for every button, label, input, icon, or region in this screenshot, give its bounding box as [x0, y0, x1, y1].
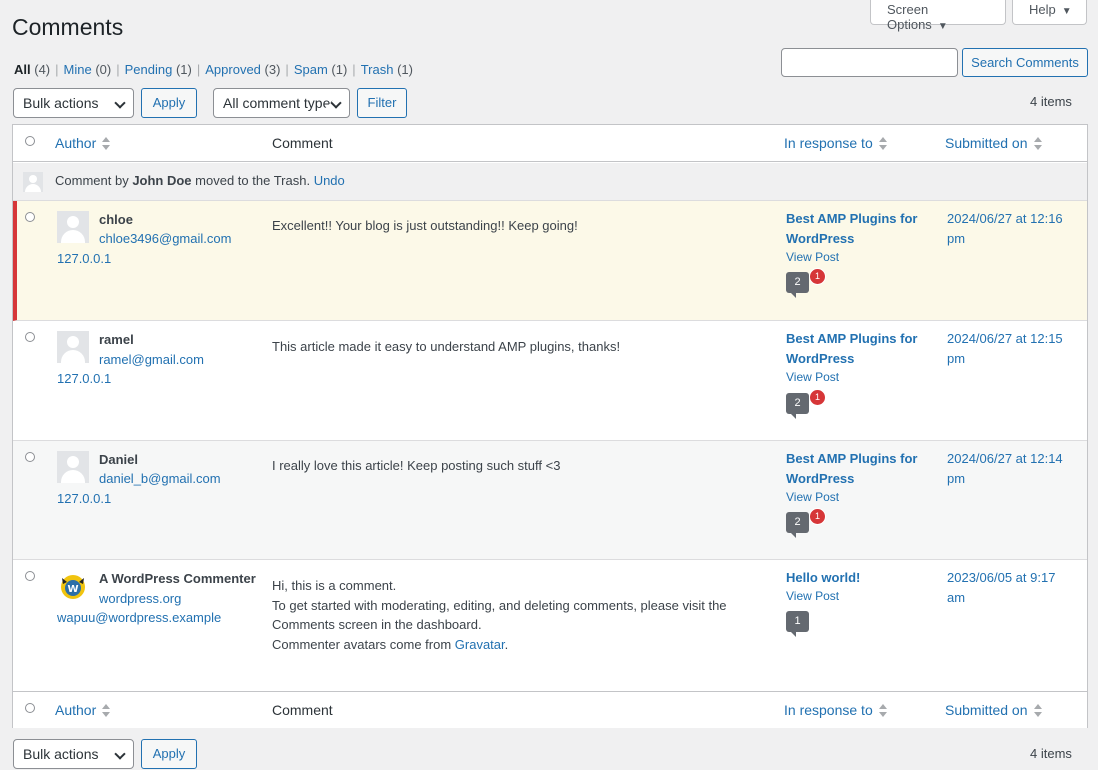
post-title-link[interactable]: Best AMP Plugins for WordPress [786, 449, 926, 488]
search-input[interactable] [781, 48, 958, 77]
undo-link[interactable]: Undo [314, 173, 345, 188]
comment-author-name: Daniel [99, 452, 139, 467]
post-title-link[interactable]: Best AMP Plugins for WordPress [786, 209, 926, 248]
post-title-link[interactable]: Hello world! [786, 568, 926, 588]
view-post-link[interactable]: View Post [786, 250, 839, 264]
help-button[interactable]: Help ▼ [1012, 0, 1087, 25]
table-header: Author Comment In response to Submitted … [13, 125, 1087, 162]
sort-icon [1033, 704, 1042, 718]
avatar [57, 211, 89, 243]
items-count-top: 4 items [1030, 94, 1072, 109]
row-checkbox[interactable] [25, 332, 35, 342]
bulk-actions-select-top[interactable]: Bulk actions [13, 88, 134, 118]
table-footer: Author Comment In response to Submitted … [13, 691, 1087, 728]
comment-author-email[interactable]: wapuu@wordpress.example [57, 610, 221, 625]
comment-text: Excellent!! Your blog is just outstandin… [272, 218, 578, 233]
approved-comments-bubble[interactable]: 2 [786, 393, 809, 419]
sort-icon [1033, 137, 1042, 151]
sort-icon [102, 137, 111, 151]
comment-author-ip[interactable]: 127.0.0.1 [57, 371, 111, 386]
filter-button[interactable]: Filter [357, 88, 407, 118]
comment-text: This article made it easy to understand … [272, 339, 621, 354]
approved-comments-bubble[interactable]: 1 [786, 611, 809, 637]
avatar [23, 172, 43, 192]
approved-comments-bubble[interactable]: 2 [786, 512, 809, 538]
filter-spam[interactable]: Spam (1) [294, 62, 347, 77]
comment-author-name: A WordPress Commenter [99, 571, 256, 586]
submitted-date: 2024/06/27 at 12:16 pm [947, 211, 1063, 246]
comment-author-ip[interactable]: 127.0.0.1 [57, 491, 111, 506]
screen-options-button[interactable]: Screen Options ▼ [870, 0, 1006, 32]
comment-author-name: chloe [99, 212, 133, 227]
column-comment: Comment [272, 702, 333, 718]
trash-notice-row: Comment by John Doe moved to the Trash. … [13, 163, 1087, 201]
pending-comments-badge[interactable]: 1 [809, 389, 826, 406]
post-title-link[interactable]: Best AMP Plugins for WordPress [786, 329, 926, 368]
view-post-link[interactable]: View Post [786, 490, 839, 504]
sort-icon [878, 704, 887, 718]
comment-text: Hi, this is a comment. To get started wi… [272, 578, 727, 652]
select-all-checkbox-bottom[interactable] [25, 703, 35, 713]
trash-notice-text: Comment by John Doe moved to the Trash. … [55, 173, 345, 188]
column-author[interactable]: Author [55, 135, 111, 151]
row-checkbox[interactable] [25, 571, 35, 581]
filter-trash[interactable]: Trash (1) [361, 62, 413, 77]
pending-comments-badge[interactable]: 1 [809, 508, 826, 525]
submitted-date: 2023/06/05 at 9:17 am [947, 570, 1056, 605]
sort-icon [878, 137, 887, 151]
table-row: Daniel daniel_b@gmail.com 127.0.0.1 I re… [13, 441, 1087, 560]
apply-button-bottom[interactable]: Apply [141, 739, 197, 769]
avatar [57, 451, 89, 483]
view-post-link[interactable]: View Post [786, 370, 839, 384]
pending-comments-badge[interactable]: 1 [809, 268, 826, 285]
submitted-date: 2024/06/27 at 12:15 pm [947, 331, 1063, 366]
page-title: Comments [12, 14, 124, 40]
row-checkbox[interactable] [25, 212, 35, 222]
row-checkbox[interactable] [25, 452, 35, 462]
column-in-response-to[interactable]: In response to [784, 702, 887, 718]
svg-text:W: W [67, 584, 78, 595]
caret-down-icon: ▼ [937, 21, 948, 32]
view-post-link[interactable]: View Post [786, 589, 839, 603]
select-all-checkbox[interactable] [25, 136, 35, 146]
caret-down-icon: ▼ [1061, 6, 1072, 17]
column-submitted-on[interactable]: Submitted on [945, 135, 1042, 151]
comment-author-email[interactable]: daniel_b@gmail.com [99, 471, 221, 486]
table-row: ramel ramel@gmail.com 127.0.0.1 This art… [13, 321, 1087, 441]
table-row: W A WordPress Commenter wordpress.org wa… [13, 560, 1087, 691]
status-filters: All (4) | Mine (0) | Pending (1) | Approved (3… [14, 62, 413, 77]
items-count-bottom: 4 items [1030, 746, 1072, 761]
filter-all[interactable]: All (4) [14, 62, 50, 77]
chevron-down-icon [114, 748, 126, 760]
bulk-actions-select-bottom[interactable]: Bulk actions [13, 739, 134, 769]
filter-mine[interactable]: Mine (0) [64, 62, 112, 77]
approved-comments-bubble[interactable]: 2 [786, 272, 809, 298]
comment-author-email[interactable]: ramel@gmail.com [99, 352, 204, 367]
comments-table: Author Comment In response to Submitted … [12, 124, 1088, 728]
column-comment: Comment [272, 135, 333, 151]
avatar [57, 331, 89, 363]
table-row: chloe chloe3496@gmail.com 127.0.0.1 Exce… [13, 201, 1087, 321]
comment-author-ip[interactable]: 127.0.0.1 [57, 251, 111, 266]
wapuu-avatar: W [57, 570, 89, 602]
comment-author-name: ramel [99, 332, 134, 347]
gravatar-link[interactable]: Gravatar [455, 637, 505, 652]
filter-approved[interactable]: Approved (3) [205, 62, 280, 77]
comment-text: I really love this article! Keep posting… [272, 458, 561, 473]
comment-author-url[interactable]: wordpress.org [99, 591, 181, 606]
sort-icon [102, 704, 111, 718]
comment-type-select[interactable]: All comment types [213, 88, 350, 118]
search-comments-button[interactable]: Search Comments [962, 48, 1088, 77]
comment-author-email[interactable]: chloe3496@gmail.com [99, 231, 231, 246]
filter-pending[interactable]: Pending (1) [125, 62, 192, 77]
column-author[interactable]: Author [55, 702, 111, 718]
submitted-date: 2024/06/27 at 12:14 pm [947, 451, 1063, 486]
chevron-down-icon [114, 97, 126, 109]
apply-button-top[interactable]: Apply [141, 88, 197, 118]
column-in-response-to[interactable]: In response to [784, 135, 887, 151]
column-submitted-on[interactable]: Submitted on [945, 702, 1042, 718]
